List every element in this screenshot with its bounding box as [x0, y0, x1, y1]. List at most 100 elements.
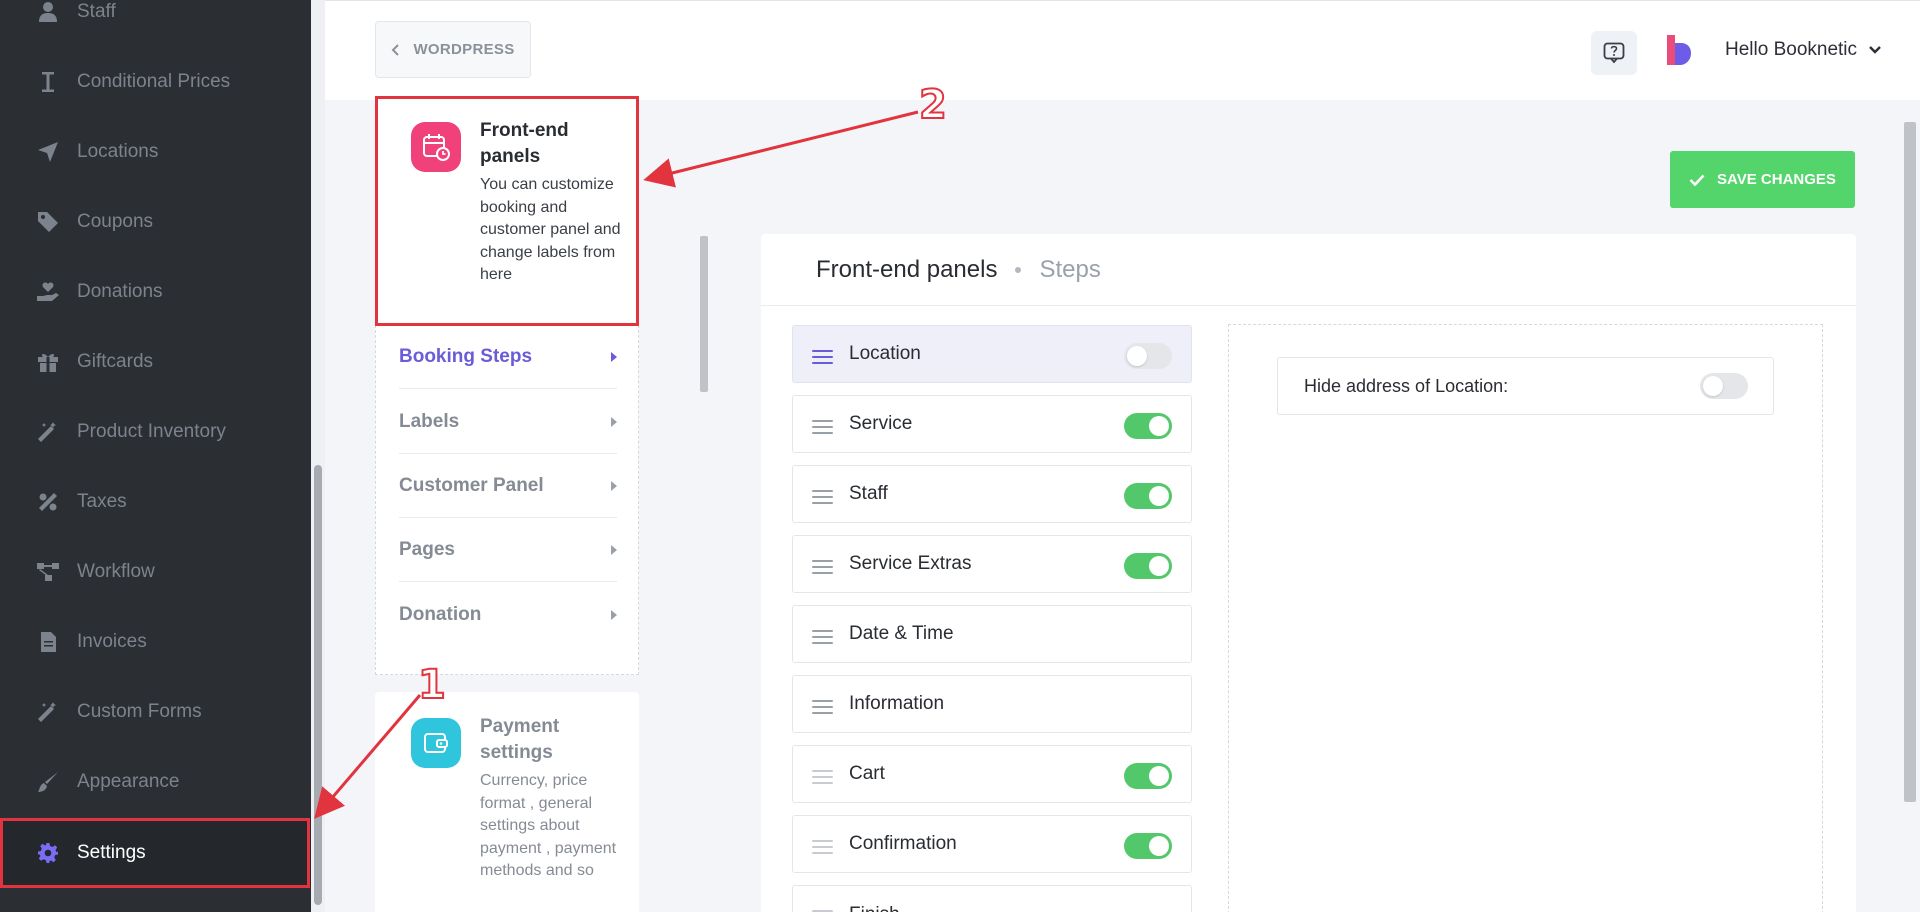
separator-dot	[1015, 266, 1022, 273]
step-service[interactable]: Service	[792, 395, 1192, 453]
card-title: Payment settings	[480, 716, 560, 763]
location-arrow-icon	[37, 141, 59, 163]
sidebar-item-staff[interactable]: Staff	[0, 0, 311, 45]
step-options-area: Hide address of Location:	[1228, 324, 1823, 912]
submenu-customer-panel[interactable]: Customer Panel	[399, 454, 617, 518]
categories-scrollbar[interactable]	[697, 100, 711, 912]
help-button[interactable]	[1591, 31, 1637, 75]
user-greeting: Hello Booknetic	[1725, 39, 1858, 60]
drag-handle-icon[interactable]	[812, 560, 833, 574]
caret-right-icon	[611, 351, 617, 362]
sidebar-item-conditional-prices[interactable]: Conditional Prices	[0, 49, 311, 115]
submenu-labels[interactable]: Labels	[399, 390, 617, 454]
drag-handle-icon[interactable]	[812, 630, 833, 644]
gift-icon	[37, 351, 59, 373]
chevron-left-icon	[392, 43, 400, 56]
step-location[interactable]: Location	[792, 325, 1192, 383]
submenu-donation[interactable]: Donation	[399, 583, 617, 647]
step-toggle[interactable]	[1124, 343, 1172, 369]
step-finish[interactable]: Finish	[792, 885, 1192, 912]
option-label: Hide address of Location:	[1304, 375, 1509, 396]
main-scrollbar-thumb[interactable]	[1904, 122, 1916, 802]
step-service-extras[interactable]: Service Extras	[792, 535, 1192, 593]
step-confirmation[interactable]: Confirmation	[792, 815, 1192, 873]
main-scrollbar[interactable]	[1900, 100, 1920, 912]
percent-icon	[37, 491, 59, 513]
submenu-booking-steps[interactable]: Booking Steps	[399, 325, 617, 389]
sidebar-item-label: Taxes	[77, 491, 127, 512]
sidebar-item-workflow[interactable]: Workflow	[0, 539, 311, 605]
step-toggle[interactable]	[1124, 413, 1172, 439]
hand-holding-heart-icon	[37, 281, 59, 303]
sidebar-item-label: Giftcards	[77, 351, 154, 372]
sidebar-item-taxes[interactable]: Taxes	[0, 469, 311, 535]
sidebar-item-invoices[interactable]: Invoices	[0, 609, 311, 675]
drag-handle-icon[interactable]	[812, 770, 833, 784]
submenu-label: Booking Steps	[399, 345, 533, 367]
wallet-icon	[411, 718, 461, 768]
option-hide-address[interactable]: Hide address of Location:	[1277, 357, 1774, 415]
tag-icon	[37, 211, 59, 233]
sidebar-item-label: Locations	[77, 141, 159, 162]
user-menu[interactable]: Hello Booknetic	[1725, 39, 1881, 61]
step-staff[interactable]: Staff	[792, 465, 1192, 523]
panel-title: Front-end panels	[816, 255, 998, 283]
step-label: Service	[849, 413, 913, 434]
drag-handle-icon[interactable]	[812, 840, 833, 854]
categories-scrollbar-thumb[interactable]	[700, 236, 708, 392]
step-toggle[interactable]	[1124, 483, 1172, 509]
step-label: Information	[849, 693, 945, 714]
step-cart[interactable]: Cart	[792, 745, 1192, 803]
payment-settings-card[interactable]: Payment settings Currency, price format …	[375, 692, 639, 912]
save-changes-button[interactable]: SAVE CHANGES	[1670, 151, 1855, 208]
step-date-time[interactable]: Date & Time	[792, 605, 1192, 663]
back-to-wordpress-button[interactable]: WORDPRESS	[375, 21, 531, 78]
sidebar-item-label: Coupons	[77, 211, 154, 232]
sidebar-item-label: Donations	[77, 281, 163, 302]
user-icon	[37, 1, 59, 23]
step-label: Staff	[849, 483, 888, 504]
frontend-submenu: Booking Steps Labels Customer Panel Page…	[375, 325, 639, 675]
sidebar-item-giftcards[interactable]: Giftcards	[0, 329, 311, 395]
step-label: Service Extras	[849, 553, 972, 574]
caret-right-icon	[611, 544, 617, 555]
highlight-frontend-card	[375, 96, 639, 326]
sidebar-scrollbar-thumb[interactable]	[314, 465, 322, 905]
text-cursor-icon	[37, 71, 59, 93]
sidebar-item-donations[interactable]: Donations	[0, 259, 311, 325]
step-toggle[interactable]	[1124, 763, 1172, 789]
sidebar-item-coupons[interactable]: Coupons	[0, 189, 311, 255]
option-toggle[interactable]	[1700, 373, 1748, 399]
caret-right-icon	[611, 610, 617, 620]
submenu-pages[interactable]: Pages	[399, 518, 617, 582]
sidebar-scrollbar[interactable]	[311, 0, 325, 912]
drag-handle-icon[interactable]	[812, 490, 833, 504]
back-label: WORDPRESS	[413, 41, 515, 58]
sidebar-item-locations[interactable]: Locations	[0, 119, 311, 185]
main-content: SAVE CHANGES Front-end panels Steps Loca…	[711, 100, 1900, 912]
drag-handle-icon[interactable]	[812, 350, 833, 364]
drag-handle-icon[interactable]	[812, 420, 833, 434]
annotation-marker-1: 1	[417, 661, 447, 709]
top-header: WORDPRESS Hello Booknetic	[325, 0, 1920, 100]
step-label: Finish	[849, 904, 900, 912]
step-toggle[interactable]	[1124, 833, 1172, 859]
sidebar-item-appearance[interactable]: Appearance	[0, 749, 311, 815]
panel-subtitle: Steps	[1039, 255, 1101, 283]
booknetic-logo	[1667, 35, 1691, 65]
sidebar-item-custom-forms[interactable]: Custom Forms	[0, 679, 311, 745]
annotation-marker-2: 2	[918, 81, 948, 129]
sidebar-item-label: Product Inventory	[77, 421, 226, 442]
step-information[interactable]: Information	[792, 675, 1192, 733]
submenu-label: Labels	[399, 410, 460, 432]
step-toggle[interactable]	[1124, 553, 1172, 579]
step-label: Location	[849, 343, 921, 364]
drag-handle-icon[interactable]	[812, 700, 833, 714]
sidebar-item-label: Invoices	[77, 631, 147, 652]
magic-wand-icon	[37, 701, 59, 723]
chevron-down-icon	[1869, 46, 1881, 54]
sidebar-item-product-inventory[interactable]: Product Inventory	[0, 399, 311, 465]
step-label: Cart	[849, 763, 885, 784]
paint-brush-icon	[37, 771, 59, 793]
sidebar: Staff Conditional Prices Locations Coupo…	[0, 0, 311, 912]
